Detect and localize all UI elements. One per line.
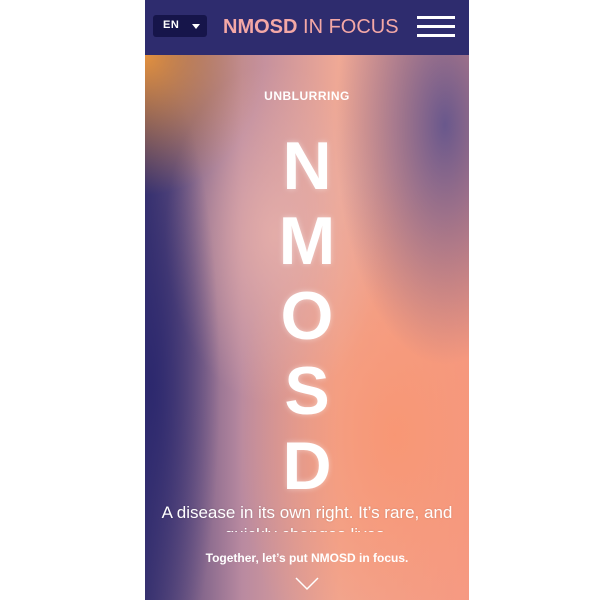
title-letter: M: [278, 203, 336, 279]
language-label: EN: [163, 19, 180, 31]
mobile-viewport: EN NMOSD IN FOCUS UNBLURRING N M O S D A…: [145, 0, 469, 600]
title-letter: O: [280, 278, 334, 354]
hero-tagline: A disease in its own right. It’s rare, a…: [161, 503, 453, 532]
language-selector[interactable]: EN: [153, 15, 207, 37]
top-navigation-bar: EN NMOSD IN FOCUS: [145, 0, 469, 55]
title-letter: N: [282, 128, 332, 204]
hamburger-menu-icon: [417, 34, 455, 37]
title-letter: S: [284, 353, 330, 429]
hero-vertical-title: N M O S D: [145, 129, 469, 504]
hero-section: UNBLURRING N M O S D A disease in its ow…: [145, 55, 469, 600]
site-logo[interactable]: NMOSD IN FOCUS: [223, 15, 399, 39]
brand-name-bold: NMOSD: [223, 16, 298, 38]
menu-button[interactable]: [417, 16, 455, 38]
hero-call-to-action: Together, let’s put NMOSD in focus.: [205, 551, 409, 565]
brand-name-light: IN FOCUS: [297, 16, 399, 38]
chevron-down-icon[interactable]: [295, 577, 319, 591]
hamburger-menu-icon: [417, 16, 455, 19]
caret-down-icon: [192, 24, 200, 29]
hero-eyebrow: UNBLURRING: [264, 89, 350, 103]
title-letter: D: [282, 428, 332, 504]
hamburger-menu-icon: [417, 25, 455, 28]
